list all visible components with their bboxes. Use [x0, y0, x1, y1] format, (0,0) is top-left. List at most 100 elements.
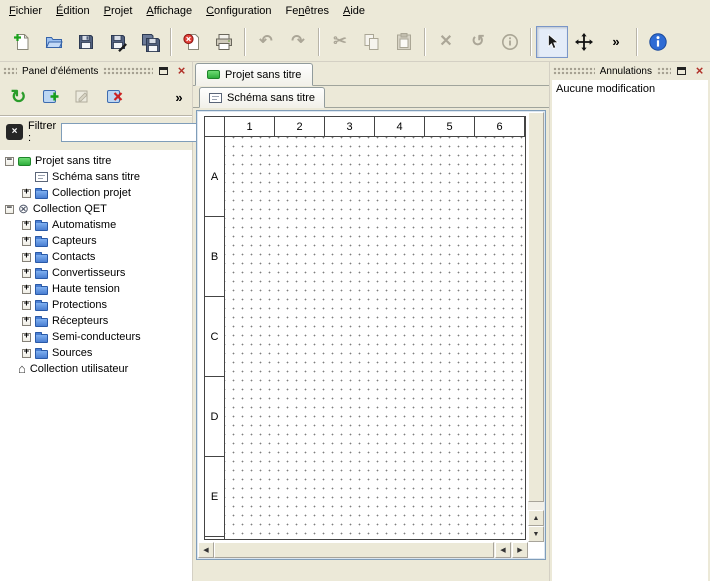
select-mode-button[interactable] — [536, 26, 568, 58]
tree-item-collection-utilisateur[interactable]: Collection utilisateur — [0, 361, 192, 377]
diagram-canvas[interactable] — [225, 137, 525, 539]
delete-element-button[interactable] — [101, 84, 128, 111]
undo-panel-titlebar[interactable]: Annulations — [550, 62, 710, 80]
tree-item-contacts[interactable]: Contacts — [0, 249, 192, 265]
move-mode-button[interactable] — [568, 26, 600, 58]
expander-icon[interactable] — [22, 349, 31, 358]
tree-item-protections[interactable]: Protections — [0, 297, 192, 313]
elements-panel-titlebar[interactable]: Panel d'éléments — [0, 62, 192, 80]
tree-item-recepteurs[interactable]: Récepteurs — [0, 313, 192, 329]
menu-edition[interactable]: Édition — [49, 0, 97, 22]
schema-tab-label: Schéma sans titre — [227, 92, 315, 104]
expander-icon[interactable] — [22, 237, 31, 246]
tab-schema[interactable]: Schéma sans titre — [199, 87, 325, 108]
element-info-button[interactable] — [494, 26, 526, 58]
scroll-up-button[interactable] — [528, 510, 544, 526]
vertical-scrollbar[interactable] — [528, 112, 544, 542]
column-label: 1 — [225, 117, 275, 136]
scroll-right-button[interactable] — [512, 542, 528, 558]
dock-float-button[interactable] — [156, 64, 171, 78]
tab-project[interactable]: Projet sans titre — [195, 63, 313, 86]
open-project-button[interactable] — [38, 26, 70, 58]
menu-label: F — [9, 5, 16, 17]
expander-icon[interactable] — [5, 205, 14, 214]
vertical-scroll-thumb[interactable] — [528, 112, 544, 502]
expander-icon[interactable] — [22, 221, 31, 230]
tree-item-semi-conducteurs[interactable]: Semi-conducteurs — [0, 329, 192, 345]
tree-item-haute-tension[interactable]: Haute tension — [0, 281, 192, 297]
dock-grip[interactable] — [103, 67, 153, 75]
expander-icon[interactable] — [22, 189, 31, 198]
dock-grip[interactable] — [553, 67, 595, 75]
scroll-down-button[interactable] — [528, 526, 544, 542]
main-toolbar — [0, 22, 710, 62]
menu-fenetres[interactable]: Fenêtres — [279, 0, 336, 22]
menu-affichage[interactable]: Affichage — [139, 0, 199, 22]
new-element-button[interactable] — [37, 84, 64, 111]
menu-configuration[interactable]: Configuration — [199, 0, 278, 22]
horizontal-scrollbar[interactable] — [198, 542, 528, 558]
reload-collections-button[interactable] — [5, 84, 32, 111]
save-as-button[interactable] — [102, 26, 134, 58]
scissors-icon — [333, 34, 346, 50]
floppy-pencil-icon — [108, 32, 128, 52]
copy-button[interactable] — [356, 26, 388, 58]
redo-icon — [291, 34, 304, 50]
tree-item-automatisme[interactable]: Automatisme — [0, 217, 192, 233]
expander-icon[interactable] — [22, 253, 31, 262]
menu-label: dition — [63, 5, 89, 17]
close-document-button[interactable] — [176, 26, 208, 58]
delete-element-icon — [105, 87, 125, 107]
edit-element-button[interactable] — [69, 84, 96, 111]
undo-button[interactable] — [250, 26, 282, 58]
folder-icon — [35, 302, 48, 311]
menu-label: ffichage — [154, 5, 192, 17]
panel-overflow-button[interactable] — [171, 84, 187, 111]
delete-icon — [439, 34, 452, 50]
expander-icon[interactable] — [22, 317, 31, 326]
expander-icon[interactable] — [22, 333, 31, 342]
menu-fichier[interactable]: Fichier — [2, 0, 49, 22]
undo-history-list[interactable]: Aucune modification — [552, 80, 708, 581]
tree-item-capteurs[interactable]: Capteurs — [0, 233, 192, 249]
scroll-left-button-2[interactable] — [495, 542, 511, 558]
tree-item-schema-sans-titre[interactable]: Schéma sans titre — [0, 169, 192, 185]
print-button[interactable] — [208, 26, 240, 58]
expander-icon[interactable] — [22, 269, 31, 278]
cut-button[interactable] — [324, 26, 356, 58]
dock-grip[interactable] — [3, 67, 17, 75]
dock-float-button[interactable] — [674, 64, 689, 78]
horizontal-scroll-thumb[interactable] — [214, 542, 494, 558]
clear-filter-button[interactable] — [6, 124, 23, 140]
rotate-button[interactable] — [462, 26, 494, 58]
diagram-border: 1 2 3 4 5 6 A B C D E — [204, 116, 526, 540]
undo-panel-title: Annulations — [598, 66, 654, 77]
filter-input[interactable] — [61, 123, 211, 142]
open-folder-icon — [44, 32, 64, 52]
save-button[interactable] — [70, 26, 102, 58]
expander-icon[interactable] — [5, 157, 14, 166]
tree-item-projet-sans-titre[interactable]: Projet sans titre — [0, 153, 192, 169]
delete-button[interactable] — [430, 26, 462, 58]
row-ruler: A B C D E — [205, 137, 225, 539]
tree-item-convertisseurs[interactable]: Convertisseurs — [0, 265, 192, 281]
toolbar-overflow-button[interactable] — [600, 26, 632, 58]
menu-aide[interactable]: Aide — [336, 0, 372, 22]
tree-item-collection-projet[interactable]: Collection projet — [0, 185, 192, 201]
dock-close-button[interactable] — [174, 64, 189, 78]
tree-item-collection-qet[interactable]: Collection QET — [0, 201, 192, 217]
dock-grip[interactable] — [657, 67, 671, 75]
column-label: 5 — [425, 117, 475, 136]
dock-close-button[interactable] — [692, 64, 707, 78]
about-qet-button[interactable] — [642, 26, 674, 58]
paste-button[interactable] — [388, 26, 420, 58]
new-document-button[interactable] — [6, 26, 38, 58]
redo-button[interactable] — [282, 26, 314, 58]
expander-icon[interactable] — [22, 285, 31, 294]
close-icon — [696, 64, 704, 78]
tree-item-sources[interactable]: Sources — [0, 345, 192, 361]
expander-icon[interactable] — [22, 301, 31, 310]
save-all-button[interactable] — [134, 26, 166, 58]
scroll-left-button[interactable] — [198, 542, 214, 558]
menu-projet[interactable]: Projet — [97, 0, 140, 22]
